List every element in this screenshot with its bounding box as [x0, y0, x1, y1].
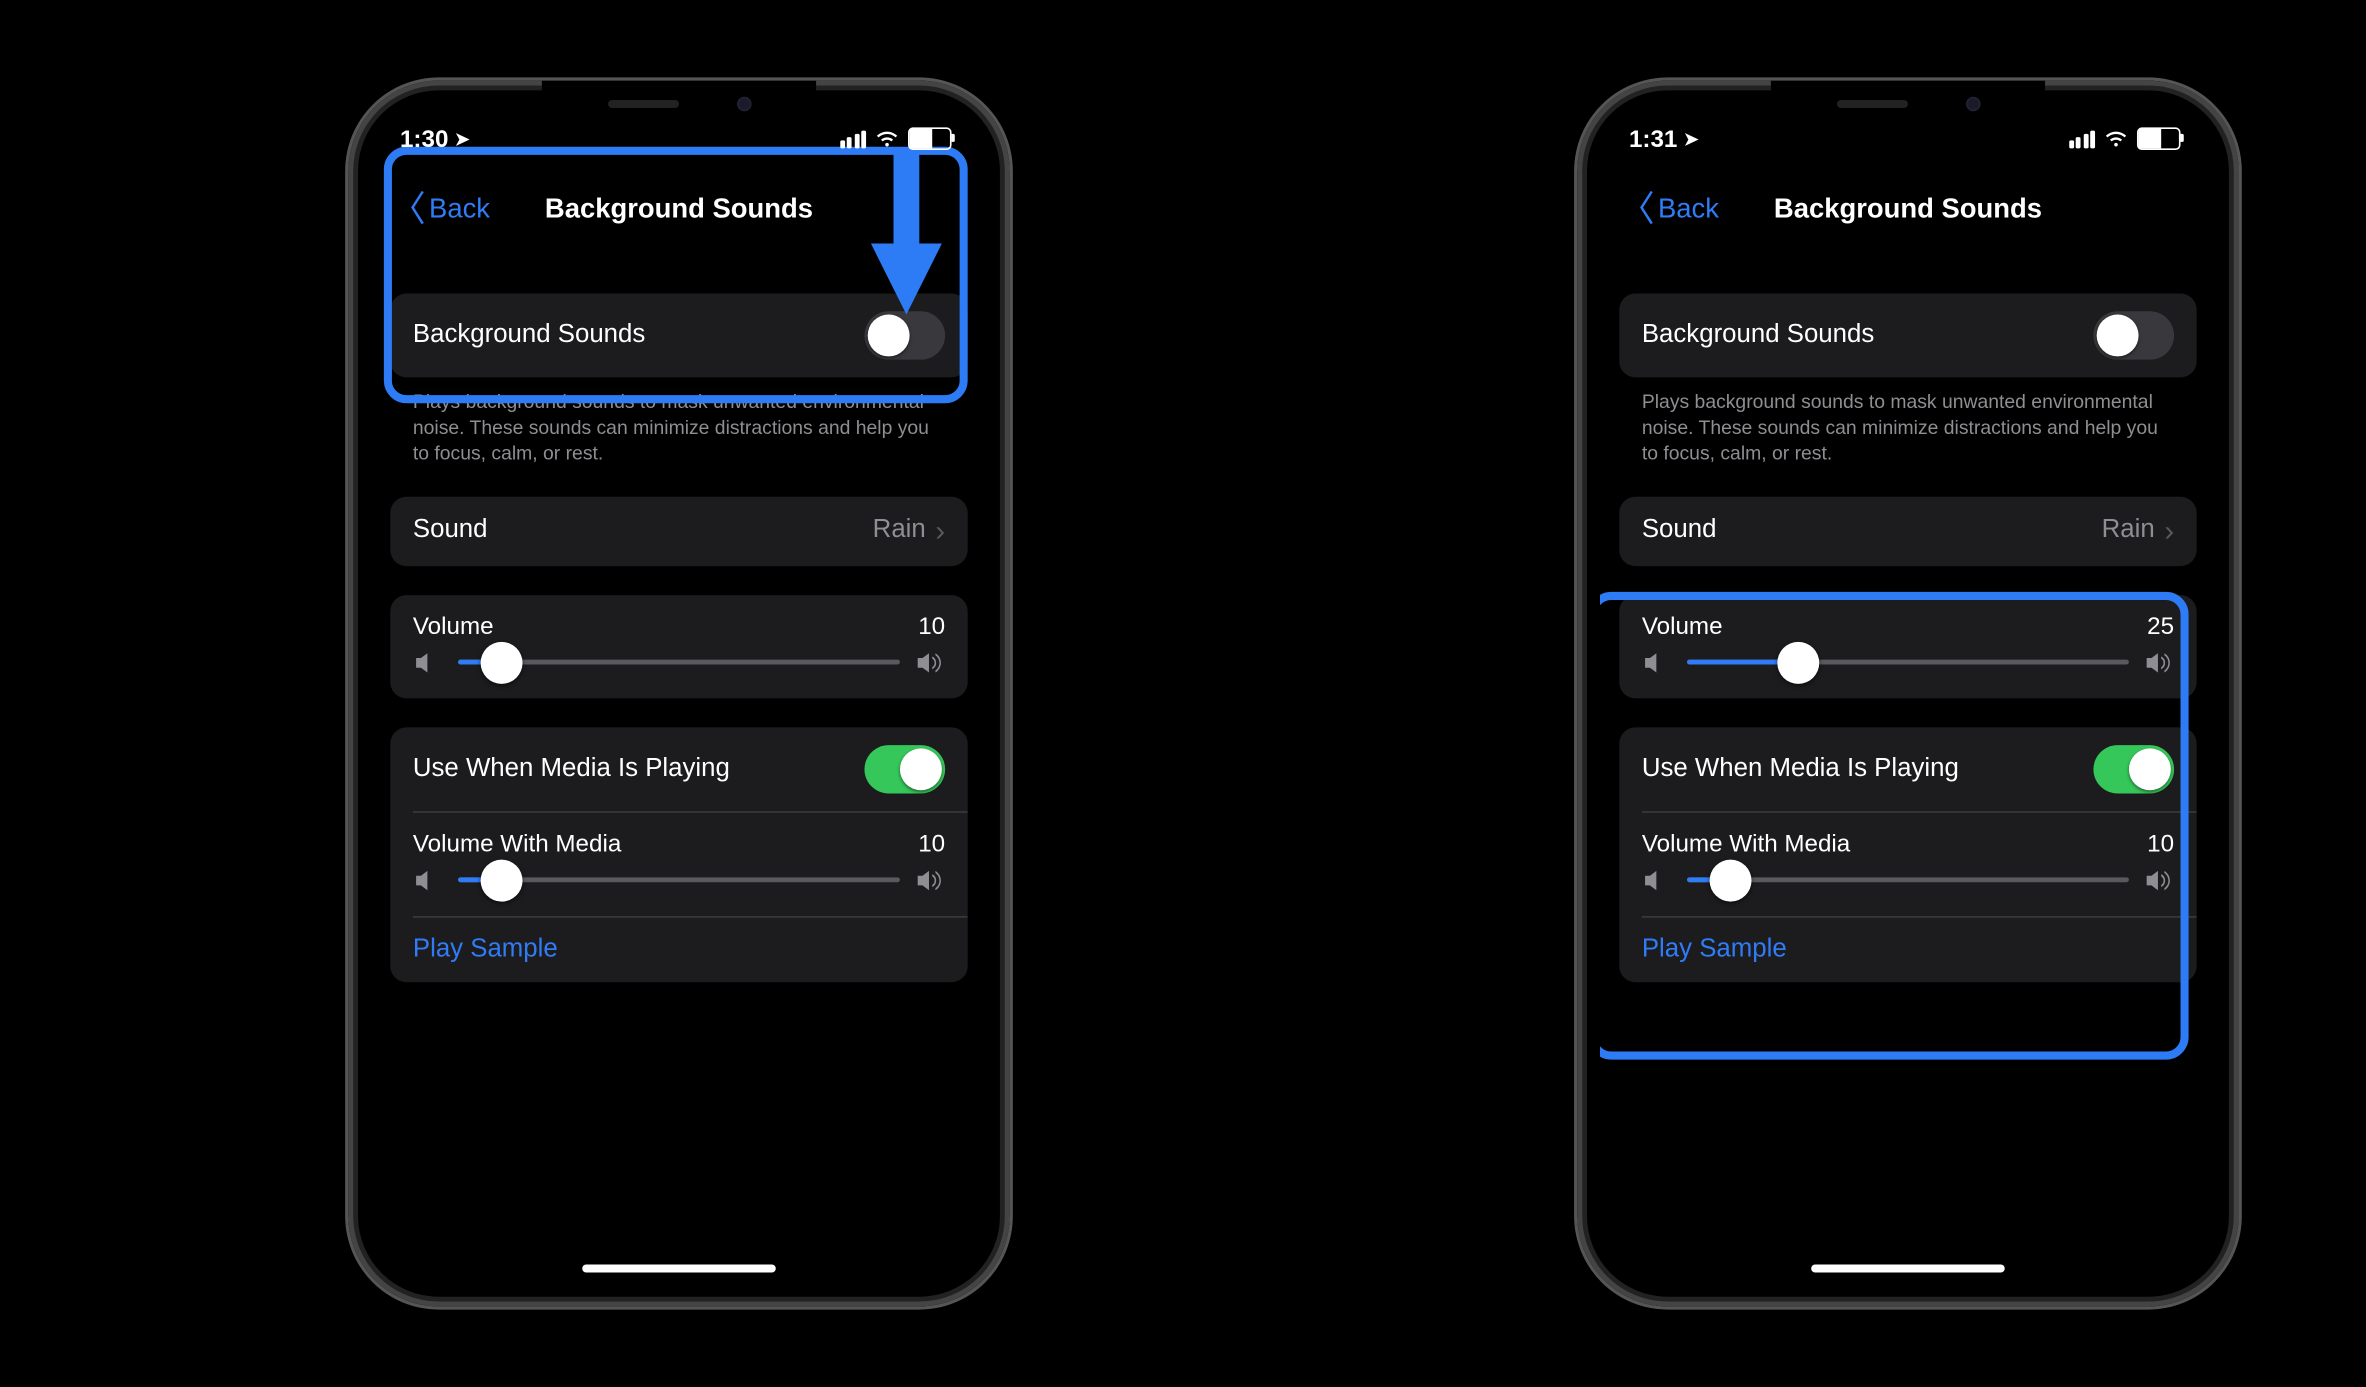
- down-arrow-icon: [868, 153, 945, 314]
- media-volume-slider[interactable]: [1619, 857, 2196, 915]
- speaker-low-icon: [413, 867, 442, 893]
- sound-label: Sound: [1642, 516, 1717, 545]
- speaker-high-icon: [916, 649, 945, 675]
- status-time: 1:31: [1629, 125, 1677, 152]
- group-volume: Volume 10: [390, 594, 967, 697]
- wifi-icon: [874, 129, 900, 148]
- home-indicator[interactable]: [582, 1264, 776, 1272]
- bg-sounds-toggle[interactable]: [2093, 311, 2174, 359]
- status-bar: 1:31 ➤: [1600, 103, 2216, 174]
- phone-1: 1:30 ➤ 〈Back Background Sounds Background…: [348, 81, 1009, 1307]
- sound-value: Rain: [2102, 516, 2155, 545]
- status-time: 1:30: [400, 125, 448, 152]
- media-volume-value: 10: [918, 830, 945, 857]
- back-label: Back: [1658, 194, 1719, 226]
- home-indicator[interactable]: [1811, 1264, 2005, 1272]
- media-volume-label: Volume With Media: [413, 830, 621, 857]
- row-sound[interactable]: Sound Rain ›: [390, 496, 967, 565]
- speaker-low-icon: [1642, 867, 1671, 893]
- bg-sounds-description: Plays background sounds to mask unwanted…: [390, 377, 967, 467]
- back-button[interactable]: 〈Back: [381, 185, 500, 233]
- cellular-icon: [839, 130, 866, 148]
- bg-sounds-description: Plays background sounds to mask unwanted…: [1619, 377, 2196, 467]
- speaker-high-icon: [2145, 867, 2174, 893]
- phone-2: 1:31 ➤ 〈Back Background Sounds Background…: [1577, 81, 2238, 1307]
- row-use-when-media[interactable]: Use When Media Is Playing: [1619, 727, 2196, 811]
- bg-sounds-label: Background Sounds: [413, 321, 645, 350]
- media-toggle[interactable]: [864, 744, 945, 792]
- group-media: Use When Media Is Playing Volume With Me…: [1619, 727, 2196, 982]
- nav-bar: 〈Back Background Sounds: [1600, 174, 2216, 245]
- speaker-high-icon: [916, 867, 945, 893]
- row-sound[interactable]: Sound Rain ›: [1619, 496, 2196, 565]
- back-button[interactable]: 〈Back: [1610, 185, 1729, 233]
- group-media: Use When Media Is Playing Volume With Me…: [390, 727, 967, 982]
- volume-label: Volume: [1642, 612, 1723, 639]
- volume-slider[interactable]: [1619, 640, 2196, 698]
- page-title: Background Sounds: [1774, 194, 2042, 226]
- location-icon: ➤: [455, 128, 470, 149]
- sound-value: Rain: [873, 516, 926, 545]
- group-sound-picker: Sound Rain ›: [390, 496, 967, 565]
- wifi-icon: [2103, 129, 2129, 148]
- speaker-low-icon: [413, 649, 442, 675]
- chevron-left-icon: 〈: [1619, 192, 1655, 227]
- chevron-right-icon: ›: [2164, 514, 2174, 548]
- volume-slider[interactable]: [390, 640, 967, 698]
- play-sample-button[interactable]: Play Sample: [1619, 917, 2196, 982]
- speaker-high-icon: [2145, 649, 2174, 675]
- volume-label: Volume: [413, 612, 494, 639]
- group-background-toggle: Background Sounds: [1619, 294, 2196, 378]
- play-sample-button[interactable]: Play Sample: [390, 917, 967, 982]
- battery-icon: [2137, 127, 2181, 150]
- speaker-low-icon: [1642, 649, 1671, 675]
- bg-sounds-label: Background Sounds: [1642, 321, 1874, 350]
- group-volume: Volume 25: [1619, 594, 2196, 697]
- bg-sounds-toggle[interactable]: [864, 311, 945, 359]
- chevron-left-icon: 〈: [390, 192, 426, 227]
- media-label: Use When Media Is Playing: [1642, 754, 1959, 783]
- battery-icon: [908, 127, 952, 150]
- media-toggle[interactable]: [2093, 744, 2174, 792]
- volume-value: 10: [918, 612, 945, 639]
- row-use-when-media[interactable]: Use When Media Is Playing: [390, 727, 967, 811]
- location-icon: ➤: [1684, 128, 1699, 149]
- page-title: Background Sounds: [545, 194, 813, 226]
- group-sound-picker: Sound Rain ›: [1619, 496, 2196, 565]
- cellular-icon: [2068, 130, 2095, 148]
- chevron-right-icon: ›: [935, 514, 945, 548]
- volume-value: 25: [2147, 612, 2174, 639]
- back-label: Back: [429, 194, 490, 226]
- media-volume-value: 10: [2147, 830, 2174, 857]
- row-background-sounds[interactable]: Background Sounds: [1619, 294, 2196, 378]
- media-label: Use When Media Is Playing: [413, 754, 730, 783]
- sound-label: Sound: [413, 516, 488, 545]
- media-volume-label: Volume With Media: [1642, 830, 1850, 857]
- media-volume-slider[interactable]: [390, 857, 967, 915]
